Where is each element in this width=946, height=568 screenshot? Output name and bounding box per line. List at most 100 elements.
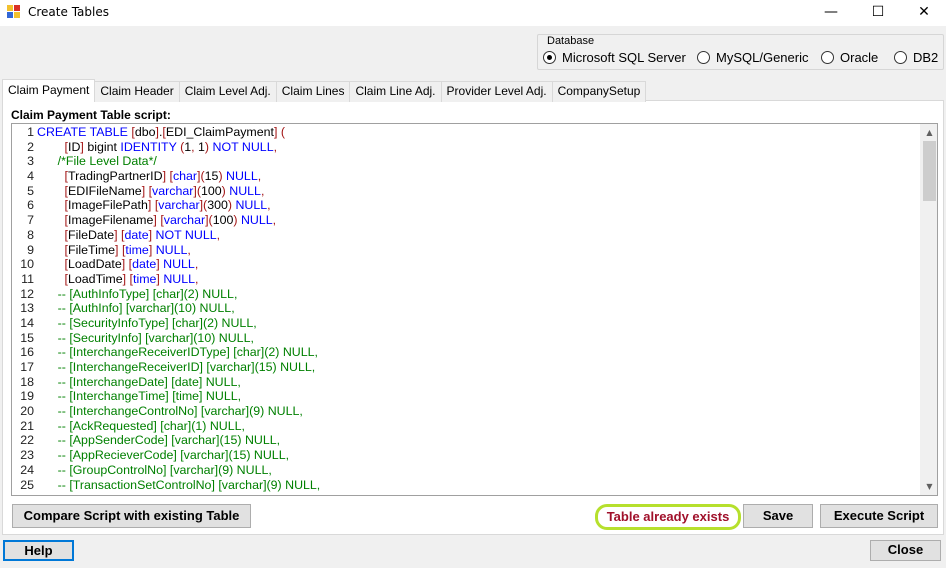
- code-text[interactable]: -- [TransactionSetControlNo] [varchar](9…: [37, 478, 321, 492]
- code-text[interactable]: [EDIFileName] [varchar](100) NULL,: [37, 184, 265, 198]
- radio-mysql[interactable]: MySQL/Generic: [697, 49, 808, 65]
- scroll-down-icon[interactable]: ▼: [921, 478, 937, 495]
- radio-label: DB2: [913, 49, 939, 65]
- execute-script-button[interactable]: Execute Script: [820, 504, 938, 528]
- code-line[interactable]: 5 [EDIFileName] [varchar](100) NULL,: [12, 184, 920, 199]
- code-text[interactable]: CREATE TABLE [dbo].[EDI_ClaimPayment] (: [37, 125, 285, 139]
- code-line[interactable]: 23 -- [AppRecieverCode] [varchar](15) NU…: [12, 448, 920, 463]
- code-text[interactable]: -- [AckRequested] [char](1) NULL,: [37, 419, 245, 433]
- close-button[interactable]: Close: [870, 540, 941, 561]
- code-text[interactable]: [FileTime] [time] NULL,: [37, 243, 191, 257]
- radio-button-icon[interactable]: [894, 50, 907, 64]
- line-number: 2: [27, 139, 34, 154]
- maximize-button[interactable]: ☐: [855, 0, 901, 26]
- code-text[interactable]: -- [InterchangeDate] [date] NULL,: [37, 375, 241, 389]
- code-text[interactable]: -- [SecurityInfoType] [char](2) NULL,: [37, 316, 257, 330]
- code-text[interactable]: -- [InterchangeTime] [time] NULL,: [37, 389, 241, 403]
- code-line[interactable]: 7 [ImageFilename] [varchar](100) NULL,: [12, 213, 920, 228]
- code-text[interactable]: -- [AppRecieverCode] [varchar](15) NULL,: [37, 448, 289, 462]
- close-window-button[interactable]: ✕: [901, 0, 946, 26]
- code-line[interactable]: 20 -- [InterchangeControlNo] [varchar](9…: [12, 404, 920, 419]
- code-text[interactable]: [FileDate] [date] NOT NULL,: [37, 228, 221, 242]
- code-text[interactable]: -- [SecurityInfo] [varchar](10) NULL,: [37, 331, 254, 345]
- radio-mssql[interactable]: Microsoft SQL Server: [543, 49, 686, 65]
- code-line[interactable]: 17 -- [InterchangeReceiverID] [varchar](…: [12, 360, 920, 375]
- code-line[interactable]: 3 /*File Level Data*/: [12, 154, 920, 169]
- line-number: 22: [20, 433, 34, 448]
- radio-button-icon[interactable]: [821, 50, 834, 64]
- code-text[interactable]: [ID] bigint IDENTITY (1, 1) NOT NULL,: [37, 140, 278, 154]
- line-number: 6: [27, 198, 34, 213]
- tab-company-setup[interactable]: CompanySetup: [551, 81, 647, 102]
- tab-claim-header[interactable]: Claim Header: [94, 81, 180, 102]
- line-number: 4: [27, 169, 34, 184]
- code-line[interactable]: 13 -- [AuthInfo] [varchar](10) NULL,: [12, 301, 920, 316]
- code-text[interactable]: -- [GroupControlNo] [varchar](9) NULL,: [37, 463, 272, 477]
- code-line[interactable]: 4 [TradingPartnerID] [char](15) NULL,: [12, 169, 920, 184]
- tab-provider-level-adj[interactable]: Provider Level Adj.: [440, 81, 553, 102]
- code-line[interactable]: 11 [LoadTime] [time] NULL,: [12, 272, 920, 287]
- code-line[interactable]: 2 [ID] bigint IDENTITY (1, 1) NOT NULL,: [12, 140, 920, 155]
- code-area[interactable]: 1 CREATE TABLE [dbo].[EDI_ClaimPayment] (…: [12, 125, 920, 495]
- line-number: 23: [20, 448, 34, 463]
- code-line[interactable]: 24 -- [GroupControlNo] [varchar](9) NULL…: [12, 463, 920, 478]
- code-text[interactable]: -- [InterchangeControlNo] [varchar](9) N…: [37, 404, 303, 418]
- script-editor[interactable]: 1 CREATE TABLE [dbo].[EDI_ClaimPayment] (…: [11, 123, 938, 496]
- radio-label: Oracle: [840, 49, 879, 65]
- code-line[interactable]: 8 [FileDate] [date] NOT NULL,: [12, 228, 920, 243]
- line-number: 21: [20, 418, 34, 433]
- code-line[interactable]: 25 -- [TransactionSetControlNo] [varchar…: [12, 478, 920, 493]
- line-number: 11: [21, 271, 34, 286]
- radio-label: MySQL/Generic: [716, 49, 809, 65]
- minimize-button[interactable]: —: [808, 0, 854, 26]
- code-line[interactable]: 22 -- [AppSenderCode] [varchar](15) NULL…: [12, 433, 920, 448]
- scroll-up-icon[interactable]: ▲: [921, 124, 937, 141]
- scroll-thumb[interactable]: [923, 141, 936, 201]
- code-text[interactable]: -- [AuthInfoType] [char](2) NULL,: [37, 287, 238, 301]
- save-button[interactable]: Save: [743, 504, 813, 528]
- code-line[interactable]: 12 -- [AuthInfoType] [char](2) NULL,: [12, 287, 920, 302]
- compare-script-button[interactable]: Compare Script with existing Table: [12, 504, 251, 528]
- line-number: 9: [27, 242, 34, 257]
- window-title: Create Tables: [28, 5, 109, 19]
- code-text[interactable]: [LoadDate] [date] NULL,: [37, 257, 199, 271]
- title-bar: Create Tables — ☐ ✕: [0, 0, 946, 26]
- radio-db2[interactable]: DB2: [894, 49, 938, 65]
- vertical-scrollbar[interactable]: ▲ ▼: [920, 124, 937, 495]
- code-line[interactable]: 10 [LoadDate] [date] NULL,: [12, 257, 920, 272]
- tab-claim-level-adj[interactable]: Claim Level Adj.: [178, 81, 277, 102]
- code-text[interactable]: -- [AppSenderCode] [varchar](15) NULL,: [37, 433, 280, 447]
- radio-label: Microsoft SQL Server: [562, 49, 686, 65]
- tab-claim-lines[interactable]: Claim Lines: [275, 81, 351, 102]
- code-line[interactable]: 18 -- [InterchangeDate] [date] NULL,: [12, 375, 920, 390]
- tab-claim-payment[interactable]: Claim Payment: [2, 79, 96, 102]
- status-badge: Table already exists: [595, 504, 741, 530]
- code-text[interactable]: [LoadTime] [time] NULL,: [37, 272, 199, 286]
- code-line[interactable]: 21 -- [AckRequested] [char](1) NULL,: [12, 419, 920, 434]
- script-label: Claim Payment Table script:: [11, 108, 171, 122]
- line-number: 17: [20, 360, 34, 374]
- code-line[interactable]: 16 -- [InterchangeReceiverIDType] [char]…: [12, 345, 920, 360]
- tab-claim-line-adj[interactable]: Claim Line Adj.: [349, 81, 442, 102]
- radio-oracle[interactable]: Oracle: [821, 49, 878, 65]
- help-button[interactable]: Help: [3, 540, 74, 561]
- code-line[interactable]: 1 CREATE TABLE [dbo].[EDI_ClaimPayment] (: [12, 125, 920, 140]
- line-number: 8: [27, 227, 34, 242]
- code-text[interactable]: [TradingPartnerID] [char](15) NULL,: [37, 169, 262, 183]
- code-text[interactable]: [ImageFilename] [varchar](100) NULL,: [37, 213, 277, 227]
- radio-button-icon[interactable]: [543, 50, 556, 64]
- line-number: 3: [27, 154, 34, 169]
- code-text[interactable]: -- [InterchangeReceiverID] [varchar](15)…: [37, 360, 316, 374]
- code-line[interactable]: 6 [ImageFilePath] [varchar](300) NULL,: [12, 198, 920, 213]
- code-line[interactable]: 19 -- [InterchangeTime] [time] NULL,: [12, 389, 920, 404]
- app-icon: [7, 5, 21, 19]
- code-line[interactable]: 9 [FileTime] [time] NULL,: [12, 243, 920, 258]
- code-line[interactable]: 15 -- [SecurityInfo] [varchar](10) NULL,: [12, 331, 920, 346]
- code-text[interactable]: /*File Level Data*/: [37, 154, 157, 168]
- code-text[interactable]: -- [InterchangeReceiverIDType] [char](2)…: [37, 345, 318, 359]
- code-line[interactable]: 14 -- [SecurityInfoType] [char](2) NULL,: [12, 316, 920, 331]
- code-text[interactable]: -- [AuthInfo] [varchar](10) NULL,: [37, 301, 235, 315]
- radio-button-icon[interactable]: [697, 50, 710, 64]
- line-number: 24: [20, 462, 34, 477]
- code-text[interactable]: [ImageFilePath] [varchar](300) NULL,: [37, 198, 271, 212]
